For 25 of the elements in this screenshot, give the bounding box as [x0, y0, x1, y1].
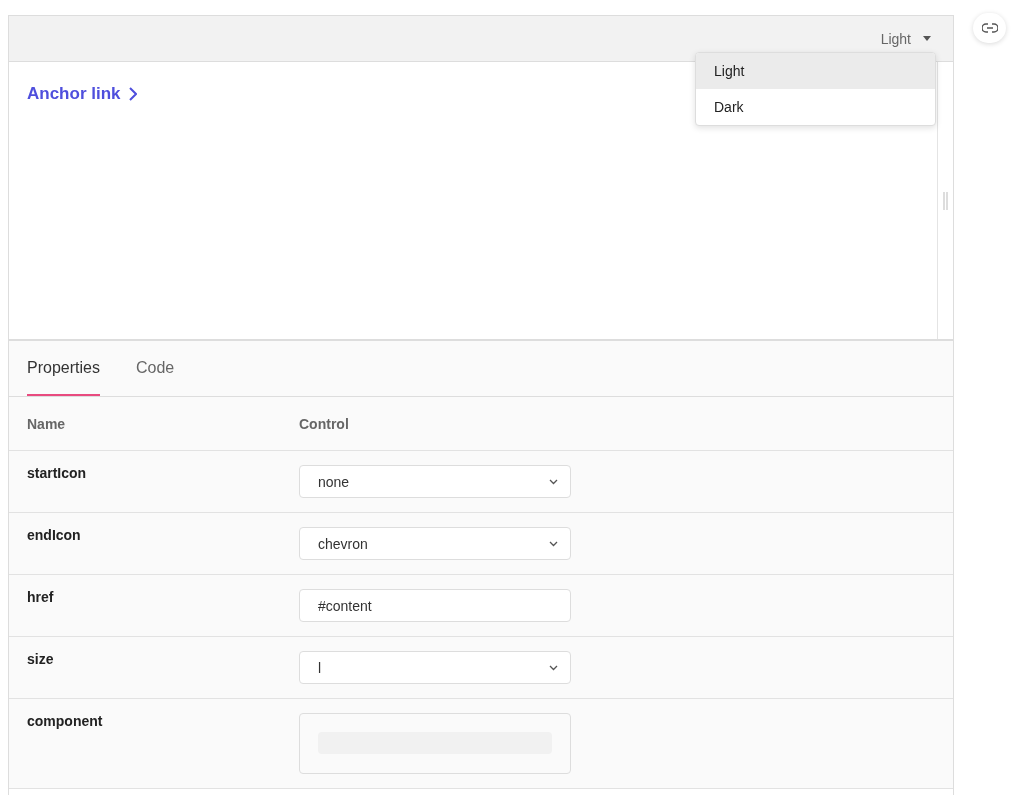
property-name: size: [27, 651, 55, 669]
chevron-down-icon: [549, 664, 558, 671]
chevron-right-icon: [128, 87, 137, 101]
link-icon: [981, 23, 998, 33]
object-field[interactable]: [299, 713, 571, 774]
menu-item[interactable]: Dark: [696, 89, 935, 125]
link-button[interactable]: [973, 13, 1006, 43]
chevron-down-icon: [549, 478, 558, 485]
property-name: component: [27, 713, 104, 731]
select-field[interactable]: none: [299, 465, 571, 498]
property-name: endIcon: [27, 527, 82, 545]
column-header: Control: [299, 415, 350, 432]
menu-item[interactable]: Light: [696, 53, 935, 89]
chevron-down-icon: [549, 540, 558, 547]
resize-handle-icon[interactable]: [943, 191, 948, 210]
caret-icon: [923, 36, 931, 41]
column-header: Name: [27, 415, 67, 432]
tab[interactable]: Code: [135, 341, 175, 396]
select-field[interactable]: chevron: [299, 527, 571, 560]
select-field[interactable]: l: [299, 651, 571, 684]
property-name: startIcon: [27, 465, 88, 483]
theme-dropdown-button[interactable]: Light: [874, 26, 937, 51]
property-name: href: [27, 589, 55, 607]
input-field[interactable]: #content: [299, 589, 571, 622]
anchor-link[interactable]: Anchor link: [27, 84, 137, 104]
